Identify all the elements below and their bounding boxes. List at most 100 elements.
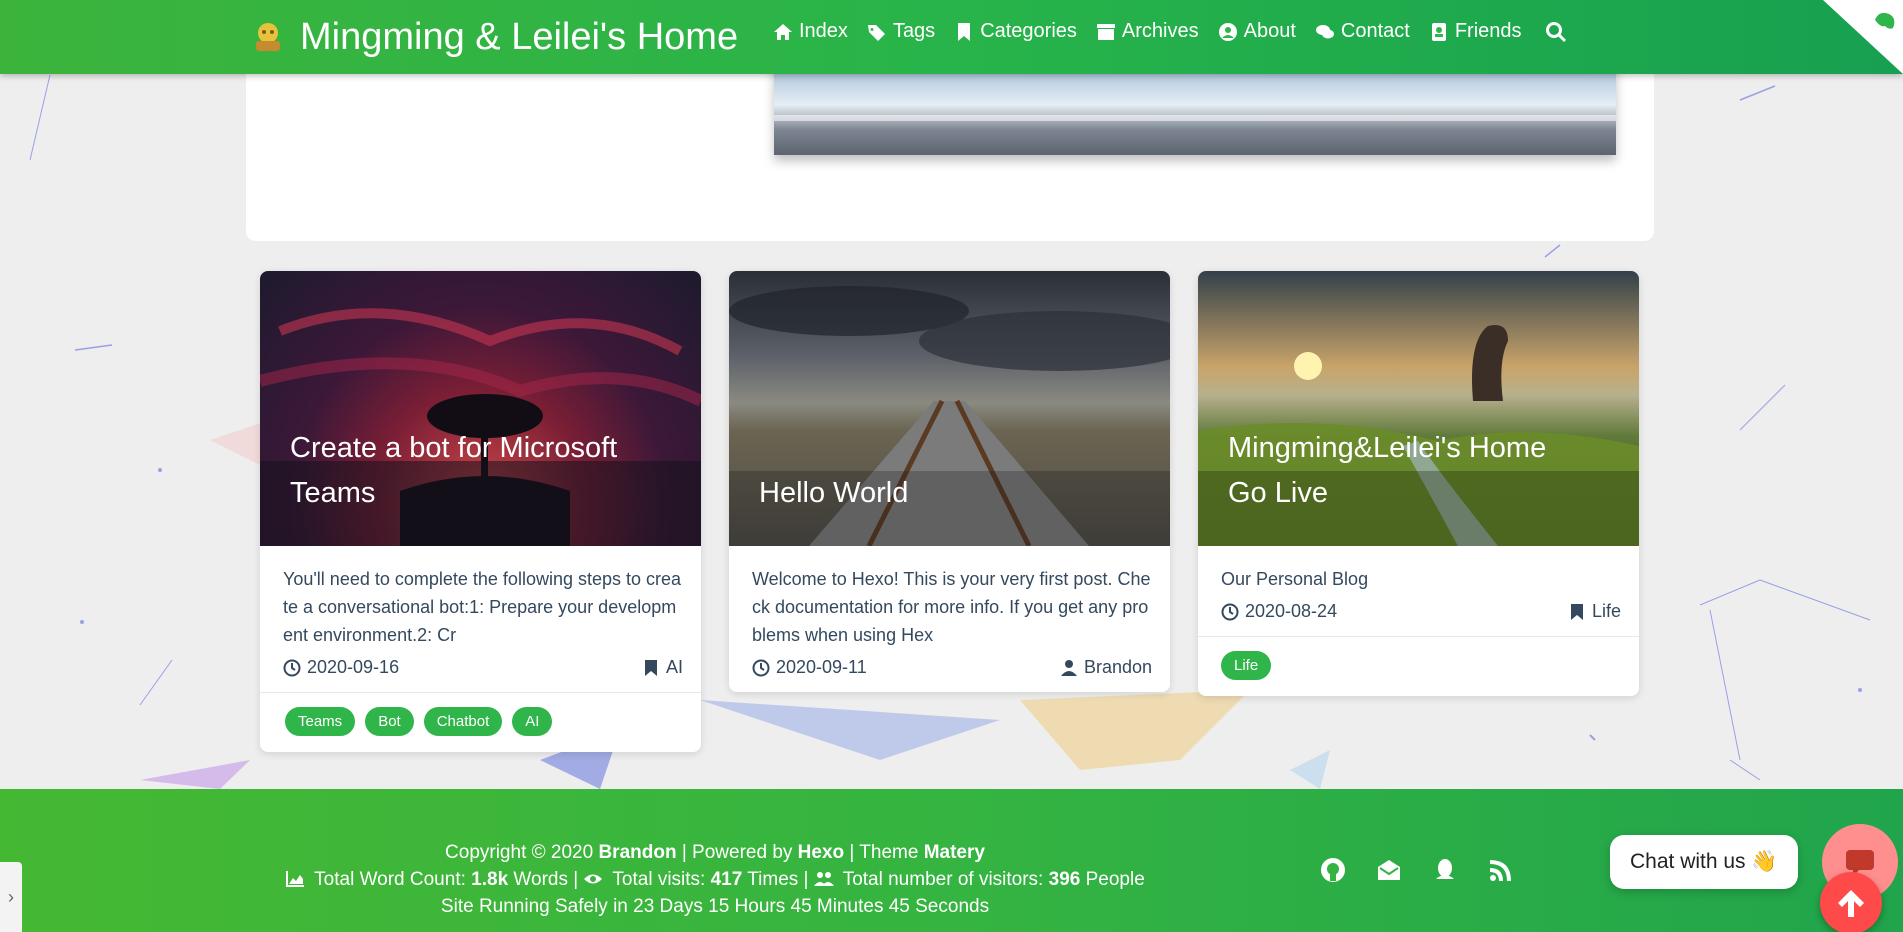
user-icon — [1060, 659, 1077, 676]
top-navbar: Mingming & Leilei's Home Index Tags Cate… — [0, 0, 1903, 74]
nav-item-friends[interactable]: Friends — [1429, 20, 1522, 43]
copyright-text: Copyright © 2020 — [445, 842, 599, 863]
brand-link[interactable]: Mingming & Leilei's Home — [250, 14, 738, 60]
tag-chip-chatbot[interactable]: Chatbot — [423, 707, 503, 736]
featured-post-card[interactable] — [246, 55, 1654, 241]
post-cover-image: Mingming&Leilei's Home Go Live — [1198, 271, 1639, 546]
post-title[interactable]: Hello World — [759, 471, 1110, 516]
post-date: 2020-08-24 — [1245, 601, 1338, 621]
tags-icon — [867, 24, 885, 41]
author-link[interactable]: Brandon — [598, 842, 676, 863]
home-icon — [774, 23, 792, 40]
user-circle-icon — [1218, 22, 1237, 41]
post-card[interactable]: Mingming&Leilei's Home Go Live Our Perso… — [1198, 271, 1639, 696]
visits-unit: Times | — [742, 869, 814, 890]
qq-link[interactable] — [1432, 857, 1458, 883]
github-icon — [1321, 858, 1345, 882]
nav-item-label: Archives — [1121, 20, 1199, 42]
post-date: 2020-09-11 — [776, 657, 867, 677]
running-time: Site Running Safely in 23 Days 15 Hours … — [440, 896, 990, 917]
post-category: Life — [1591, 601, 1621, 621]
nav-item-label: Contact — [1340, 20, 1410, 42]
nav-menu: Index Tags Categories Archives About Con… — [773, 20, 1567, 43]
visitors-label: Total number of visitors: — [837, 869, 1049, 890]
users-icon — [813, 872, 834, 886]
arrow-up-icon — [1838, 890, 1864, 917]
clock-icon — [752, 659, 770, 676]
mail-link[interactable] — [1376, 857, 1402, 883]
nav-item-index[interactable]: Index — [773, 20, 848, 43]
rss-link[interactable] — [1488, 857, 1514, 883]
post-category: AI — [665, 657, 683, 677]
stats-line: Total Word Count: 1.8k Words | Total vis… — [0, 869, 1430, 891]
post-tags: Teams Bot Chatbot AI — [260, 692, 701, 752]
word-count: 1.8k — [471, 869, 509, 890]
visits-count: 417 — [710, 869, 743, 890]
comments-icon — [1315, 24, 1334, 38]
clock-icon — [1221, 603, 1239, 620]
post-author-name: Brandon — [1083, 657, 1152, 677]
github-corner-icon[interactable] — [1823, 0, 1903, 74]
logo-icon — [256, 23, 280, 51]
search-button[interactable] — [1545, 21, 1567, 43]
back-to-top-button[interactable] — [1820, 872, 1882, 932]
social-links — [1320, 857, 1544, 883]
chat-label: Chat with us — [1630, 850, 1746, 873]
archive-icon — [1096, 23, 1115, 40]
chat-with-us-button[interactable]: Chat with us 👋 — [1610, 835, 1798, 889]
github-link[interactable] — [1320, 857, 1346, 883]
copyright-line: Copyright © 2020 Brandon | Powered by He… — [0, 842, 1430, 864]
post-card[interactable]: Create a bot for Microsoft Teams You'll … — [260, 271, 701, 752]
post-summary: Welcome to Hexo! This is your very first… — [752, 569, 1151, 645]
tag-chip-teams[interactable]: Teams — [285, 707, 356, 736]
qq-icon — [1436, 859, 1454, 879]
wave-emoji: 👋 — [1751, 850, 1778, 873]
nav-item-contact[interactable]: Contact — [1315, 20, 1410, 43]
nav-item-categories[interactable]: Categories — [954, 20, 1077, 43]
post-date: 2020-09-16 — [307, 657, 400, 677]
post-title[interactable]: Create a bot for Microsoft Teams — [290, 426, 641, 516]
post-summary: Our Personal Blog — [1221, 569, 1369, 589]
search-icon — [1545, 21, 1566, 42]
hexo-link[interactable]: Hexo — [798, 842, 844, 863]
visitors-count: 396 — [1048, 869, 1081, 890]
area-chart-icon — [286, 871, 305, 887]
site-title: Mingming & Leilei's Home — [300, 15, 739, 58]
word-count-label: Total Word Count: — [309, 869, 472, 890]
nav-item-about[interactable]: About — [1218, 20, 1296, 43]
post-tags: Life — [1198, 636, 1639, 696]
visits-label: Total visits: — [607, 869, 711, 890]
post-author: Brandon — [1060, 657, 1152, 678]
theme-text: | Theme — [844, 842, 924, 863]
post-category-link[interactable]: Life — [1568, 601, 1621, 622]
theme-link[interactable]: Matery — [924, 842, 985, 863]
tag-chip-life[interactable]: Life — [1221, 651, 1272, 680]
nav-item-tags[interactable]: Tags — [867, 20, 935, 43]
address-book-icon — [1431, 22, 1446, 41]
post-title[interactable]: Mingming&Leilei's Home Go Live — [1228, 426, 1579, 516]
post-summary: You'll need to complete the following st… — [283, 569, 682, 645]
tag-chip-bot[interactable]: Bot — [365, 707, 414, 736]
clock-icon — [283, 659, 301, 676]
visitors-unit: People — [1080, 869, 1145, 890]
post-card[interactable]: Hello World Welcome to Hexo! This is you… — [729, 271, 1170, 692]
nav-item-label: Index — [799, 20, 848, 42]
bookmark-icon — [1570, 603, 1583, 620]
powered-by-text: | Powered by — [676, 842, 798, 863]
mail-icon — [1378, 860, 1400, 880]
nav-item-label: About — [1243, 20, 1296, 42]
post-category-link[interactable]: AI — [642, 657, 683, 678]
sidebar-toggle[interactable]: › — [0, 862, 22, 932]
nav-item-label: Tags — [892, 20, 936, 42]
bookmark-icon — [644, 659, 657, 676]
nav-item-archives[interactable]: Archives — [1096, 20, 1199, 43]
post-cover-image: Create a bot for Microsoft Teams — [260, 271, 701, 546]
bookmark-icon — [958, 22, 971, 41]
tag-chip-ai[interactable]: AI — [512, 707, 553, 736]
eye-icon — [584, 874, 603, 884]
word-unit: Words | — [508, 869, 584, 890]
rss-icon — [1490, 860, 1511, 881]
nav-item-label: Categories — [980, 20, 1077, 42]
post-cover-image: Hello World — [729, 271, 1170, 546]
nav-item-label: Friends — [1454, 20, 1522, 42]
